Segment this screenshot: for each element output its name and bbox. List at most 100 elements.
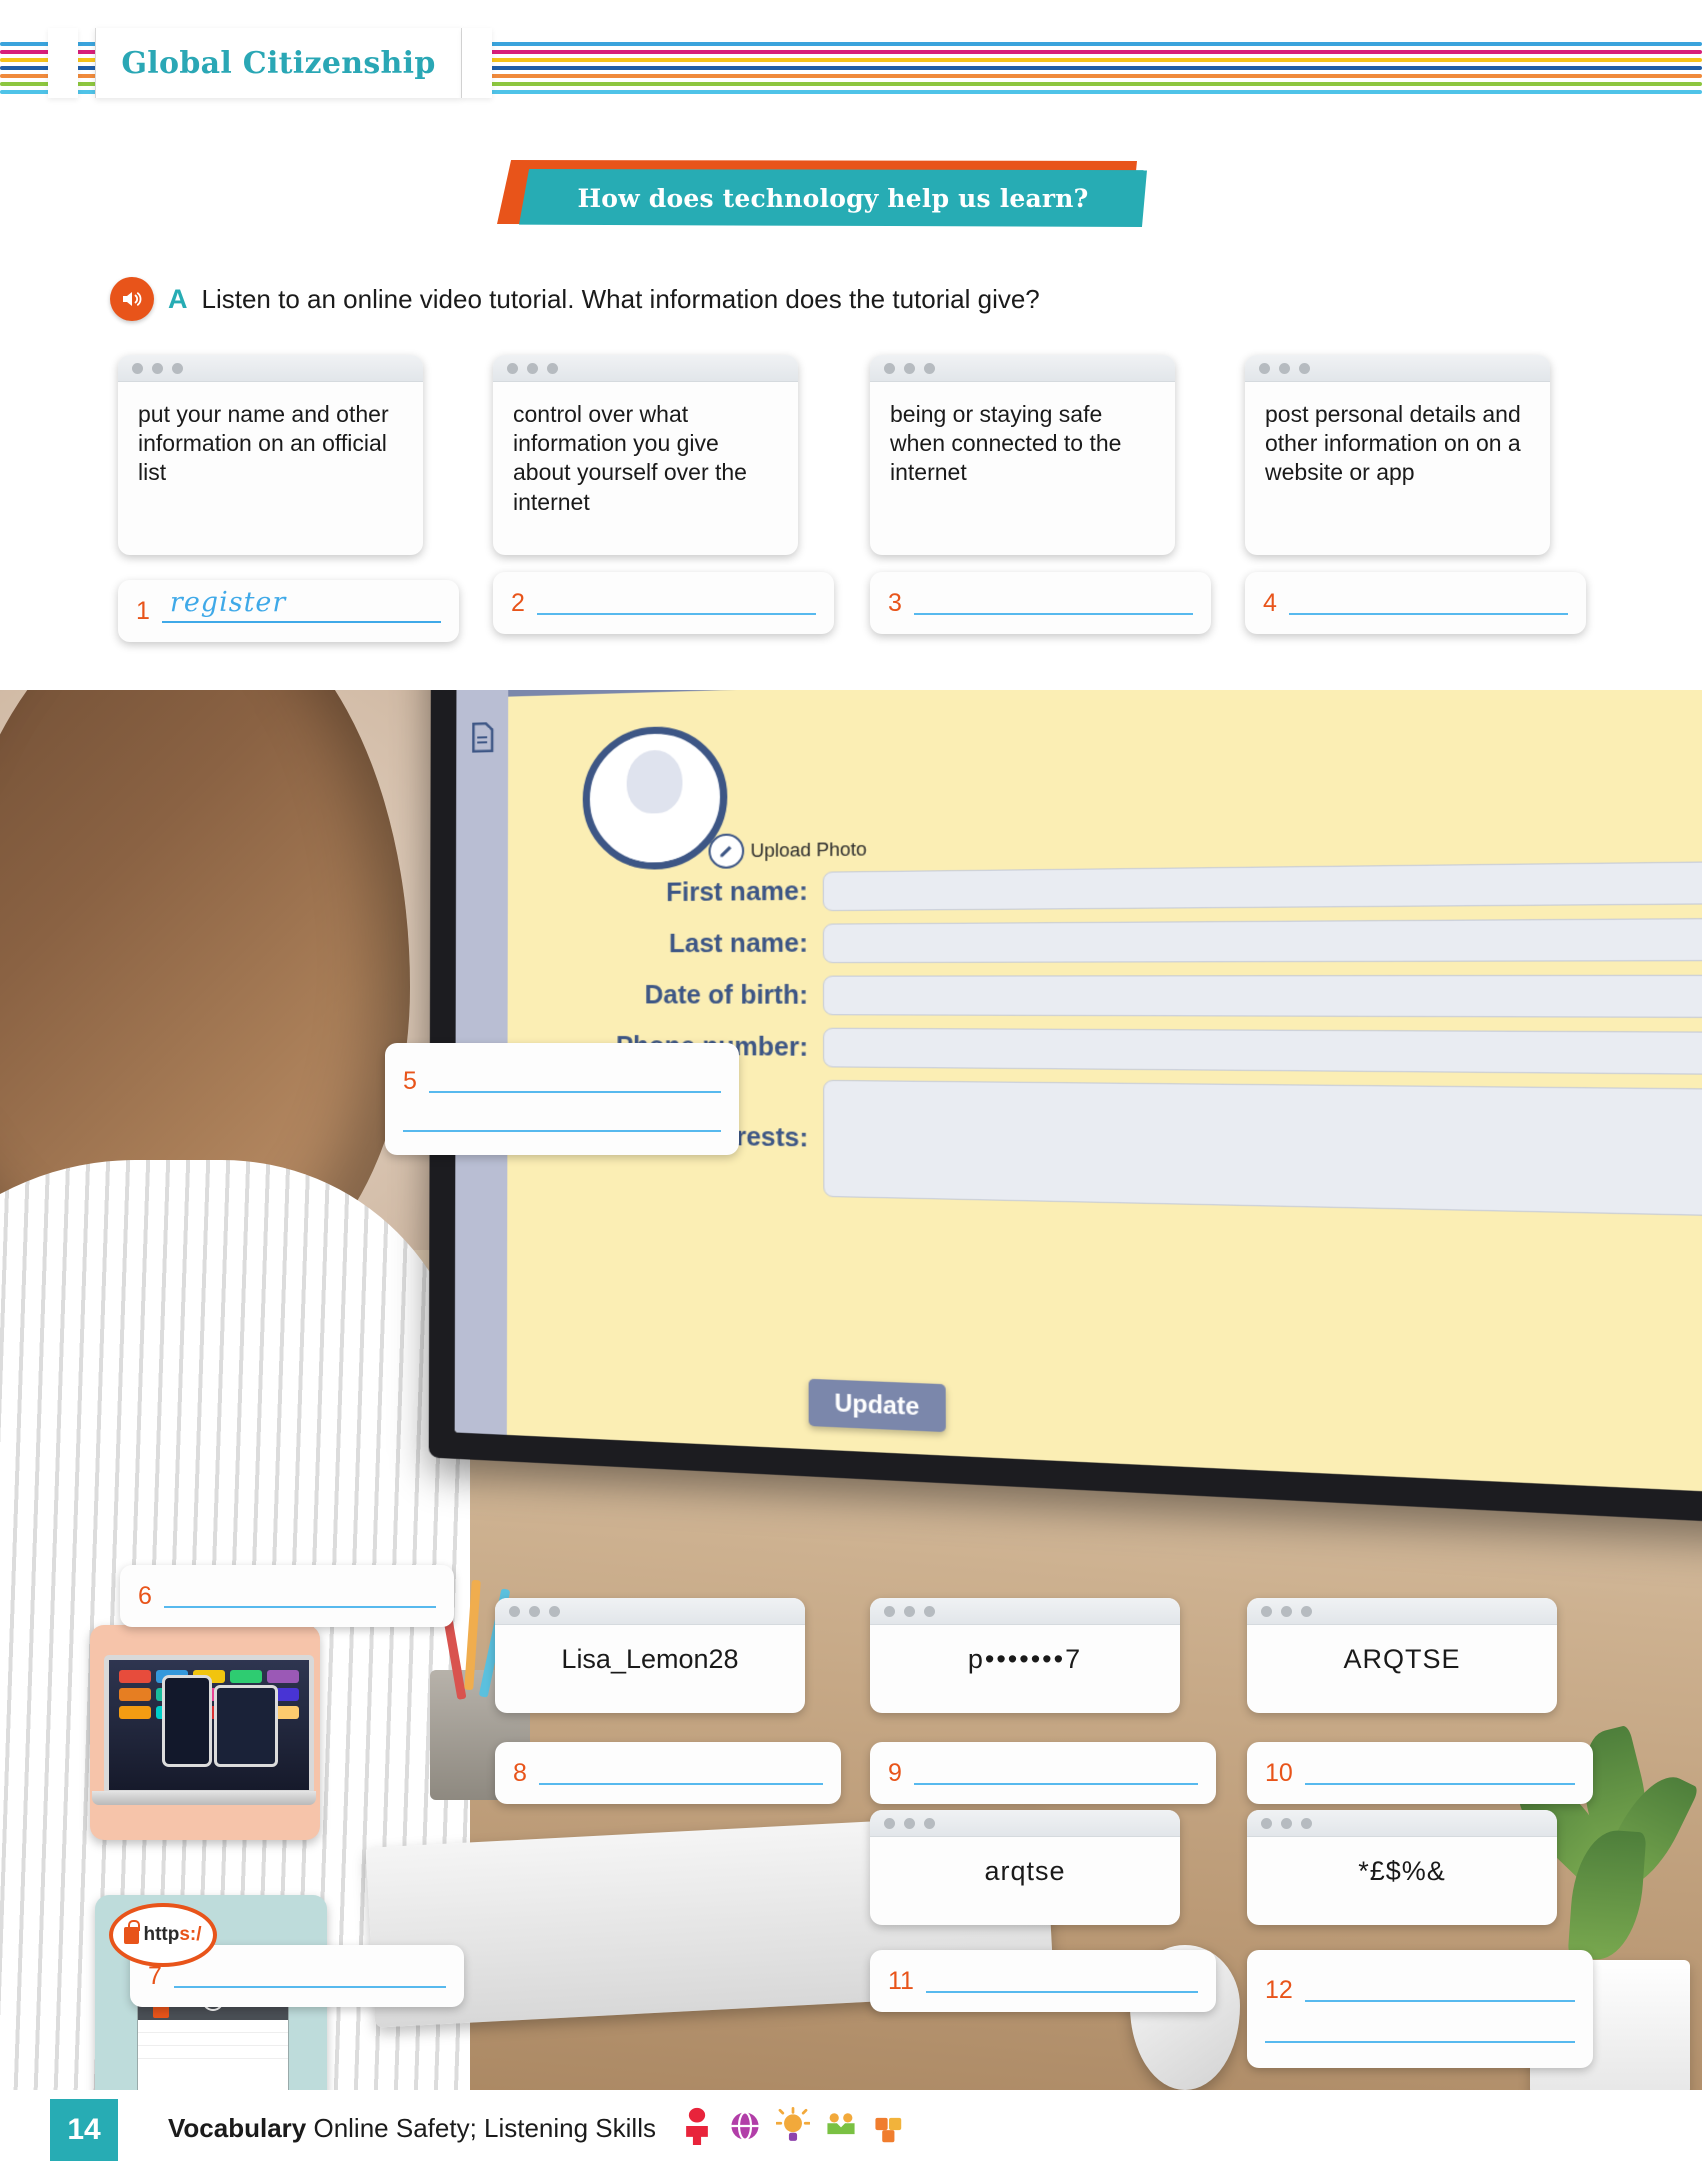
card-titlebar	[493, 355, 798, 382]
answer-line[interactable]	[173, 1964, 446, 1988]
upload-photo-control[interactable]: Upload Photo	[708, 832, 867, 869]
answer-number: 1	[136, 596, 150, 625]
card-body: *£$%&	[1247, 1837, 1557, 1905]
credential-value: *£$%&	[1358, 1855, 1446, 1886]
window-dot-icon	[549, 1605, 560, 1617]
answer-line[interactable]	[1304, 1978, 1575, 2002]
first-name-input[interactable]	[822, 860, 1702, 912]
section-title-tab: Global Citizenship	[95, 28, 462, 98]
window-dot-icon	[1259, 362, 1270, 374]
window-dot-icon	[924, 362, 935, 374]
footer-label: Vocabulary Online Safety; Listening Skil…	[168, 2113, 656, 2144]
window-dot-icon	[152, 362, 163, 374]
window-dot-icon	[527, 362, 538, 374]
phone-number-input[interactable]	[823, 1027, 1702, 1076]
answer-line[interactable]	[913, 1761, 1198, 1785]
window-dot-icon	[1281, 1817, 1292, 1829]
answer-line-2[interactable]	[1265, 2015, 1575, 2043]
tablet-device	[214, 1685, 278, 1767]
answer-bar[interactable]: 8	[495, 1742, 841, 1804]
last-name-input[interactable]	[822, 917, 1702, 964]
answer-bar[interactable]: 3	[870, 572, 1211, 634]
puzzle-icon	[872, 2107, 906, 2145]
answer-line[interactable]	[1304, 1761, 1575, 1785]
avatar-icon[interactable]	[582, 724, 728, 871]
pencil-icon[interactable]	[708, 833, 745, 869]
window-dot-icon	[172, 362, 183, 374]
https-label: https:/	[143, 1924, 202, 1945]
definition-text: control over what information you give a…	[513, 401, 747, 515]
update-button[interactable]: Update	[808, 1378, 946, 1433]
exercise-letter: A	[168, 283, 188, 314]
lightbulb-icon	[775, 2107, 811, 2145]
devices-photo-card	[90, 1625, 320, 1840]
window-dot-icon	[1301, 1817, 1312, 1829]
speaker-icon[interactable]	[110, 277, 154, 321]
card-titlebar	[870, 1598, 1180, 1625]
answer-bar[interactable]: 11	[870, 1950, 1216, 2012]
date-of-birth-input[interactable]	[822, 974, 1702, 1019]
answer-bar[interactable]: 1 register	[118, 580, 459, 642]
credential-card: Lisa_Lemon28	[495, 1598, 805, 1713]
answer-bar[interactable]: 5	[385, 1043, 739, 1155]
answer-bar[interactable]: 12	[1247, 1950, 1593, 2068]
window-dot-icon	[1299, 362, 1310, 374]
footer-icon-row	[680, 2107, 906, 2145]
worksheet-page: Global Citizenship How does technology h…	[0, 0, 1702, 2175]
answer-bar[interactable]: 10	[1247, 1742, 1593, 1804]
answer-line[interactable]	[1288, 591, 1568, 615]
lock-icon	[124, 1919, 140, 1944]
answer-line-2[interactable]	[403, 1104, 721, 1132]
window-dot-icon	[1281, 1605, 1292, 1617]
mail-icon[interactable]	[467, 690, 497, 693]
answer-number: 9	[888, 1758, 902, 1787]
credential-value: Lisa_Lemon28	[561, 1643, 739, 1674]
card-titlebar	[1247, 1598, 1557, 1625]
form-row: Last name:	[568, 917, 1702, 964]
window-dot-icon	[1301, 1605, 1312, 1617]
answer-line[interactable]	[428, 1069, 721, 1093]
unit-question-banner: How does technology help us learn?	[497, 160, 1147, 235]
window-dot-icon	[904, 1605, 915, 1617]
document-icon[interactable]	[469, 722, 495, 758]
window-dot-icon	[507, 362, 518, 374]
credential-value: p•••••••7	[967, 1643, 1083, 1674]
window-dot-icon	[529, 1605, 540, 1617]
answer-line[interactable]	[163, 1584, 436, 1608]
news-row	[138, 2020, 288, 2033]
banner-teal-front: How does technology help us learn?	[519, 169, 1147, 227]
answer-line[interactable]	[925, 1969, 1198, 1993]
answer-line[interactable]	[536, 591, 816, 615]
definition-text: post personal details and other informat…	[1265, 401, 1521, 486]
definition-text: put your name and other information on a…	[138, 401, 389, 486]
definition-card: post personal details and other informat…	[1245, 355, 1550, 555]
window-dot-icon	[132, 362, 143, 374]
answer-bar[interactable]: 9	[870, 1742, 1216, 1804]
credential-value: ARQTSE	[1343, 1643, 1461, 1674]
phone-device	[162, 1675, 212, 1767]
window-dot-icon	[924, 1817, 935, 1829]
credential-card: *£$%&	[1247, 1810, 1557, 1925]
window-dot-icon	[509, 1605, 520, 1617]
interests-input[interactable]	[823, 1079, 1702, 1218]
window-dot-icon	[1279, 362, 1290, 374]
window-dot-icon	[904, 1817, 915, 1829]
credential-value: arqtse	[984, 1855, 1066, 1886]
section-title: Global Citizenship	[121, 45, 436, 81]
answer-line[interactable]	[913, 591, 1193, 615]
definition-text: being or staying safe when connected to …	[890, 401, 1122, 486]
window-dot-icon	[1261, 1605, 1272, 1617]
answer-bar[interactable]: 2	[493, 572, 834, 634]
window-dot-icon	[884, 1817, 895, 1829]
page-footer: 14 Vocabulary Online Safety; Listening S…	[0, 2087, 1702, 2175]
answer-bar[interactable]: 4	[1245, 572, 1586, 634]
card-body: Lisa_Lemon28	[495, 1625, 805, 1693]
banner-question-text: How does technology help us learn?	[577, 183, 1089, 213]
window-dot-icon	[547, 362, 558, 374]
answer-line[interactable]: register	[161, 587, 441, 623]
answer-line[interactable]	[538, 1761, 823, 1785]
field-label: First name:	[666, 876, 808, 907]
person-icon	[680, 2107, 714, 2145]
form-row: Date of birth:	[568, 974, 1702, 1019]
answer-bar[interactable]: 6	[120, 1565, 454, 1627]
